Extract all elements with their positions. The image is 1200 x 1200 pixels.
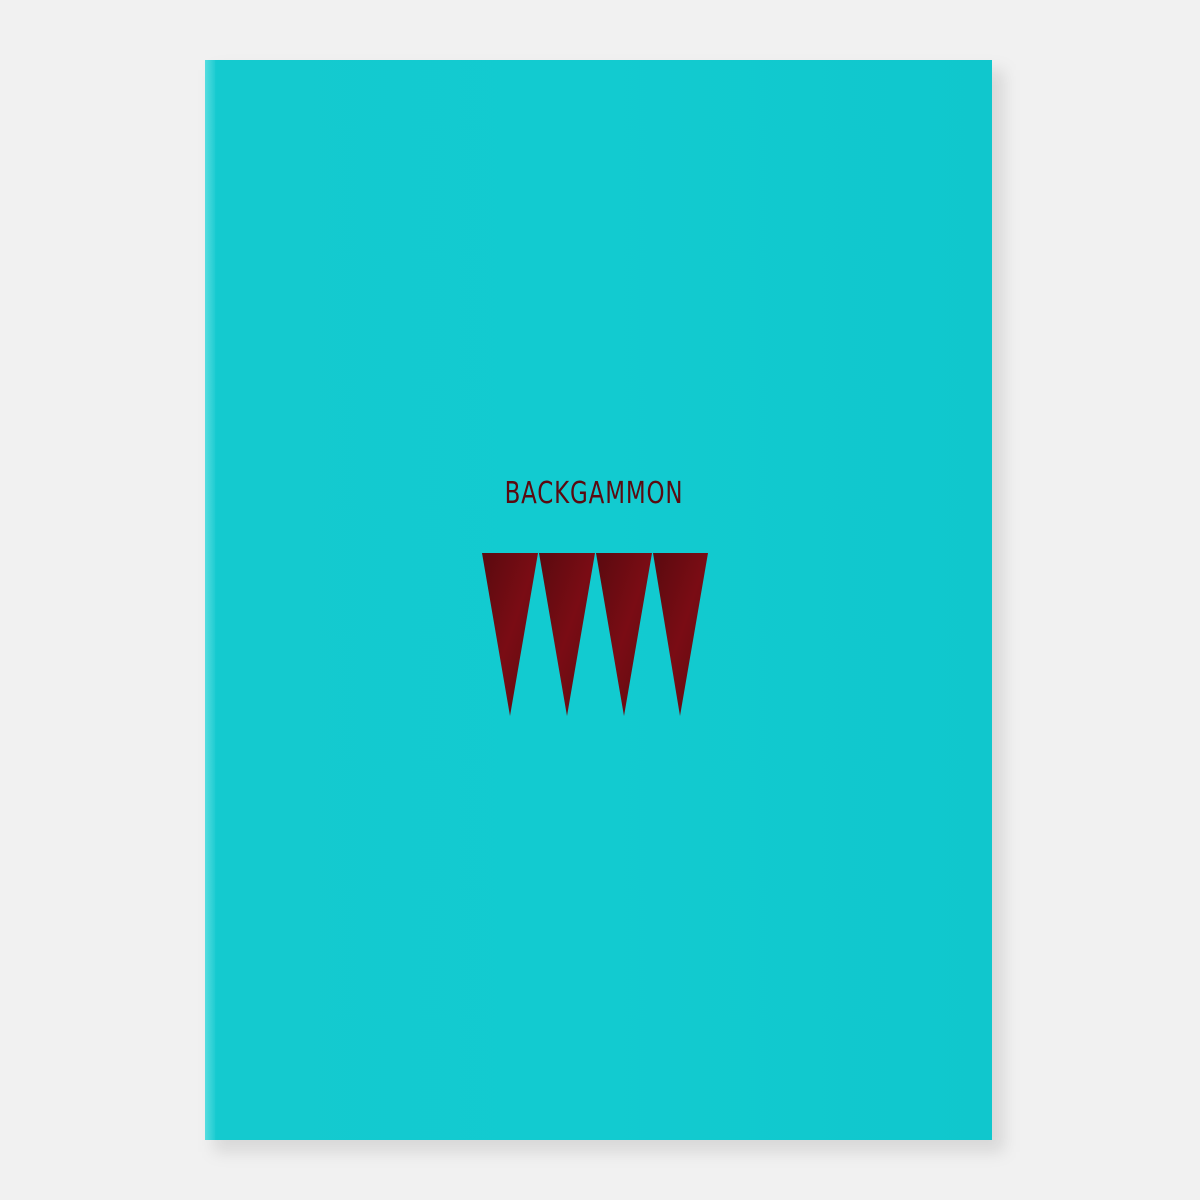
point-triangle: [482, 553, 538, 716]
point-triangle: [539, 553, 595, 716]
point-triangle: [653, 553, 708, 716]
box-title: BACKGAMMON: [504, 476, 684, 511]
backgammon-points-logo: [482, 553, 708, 716]
box-edge: [205, 60, 215, 1140]
point-triangle: [596, 553, 652, 716]
